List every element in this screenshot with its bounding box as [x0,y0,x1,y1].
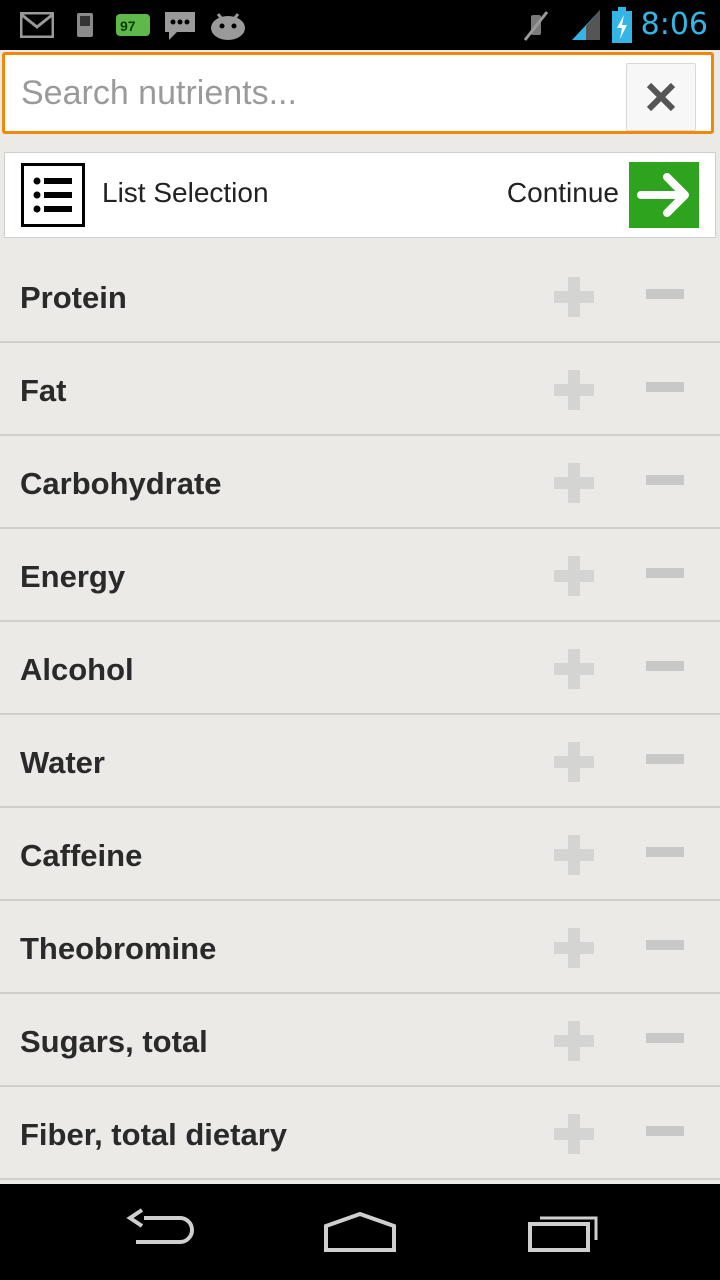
list-item: Theobromine [0,901,720,994]
gmail-icon [20,12,54,38]
list-item: Caffeine [0,808,720,901]
minus-icon[interactable] [646,843,684,863]
arrow-right-icon [637,173,689,217]
clear-search-button[interactable] [626,63,696,131]
nutrient-label: Energy [20,559,126,594]
nutrient-label: Carbohydrate [20,466,222,501]
battery-widget-icon: 97 [116,14,150,36]
back-icon[interactable] [122,1204,198,1256]
minus-icon[interactable] [646,378,684,398]
list-item: Alcohol [0,622,720,715]
continue-label[interactable]: Continue [507,177,619,209]
clock: 8:06 [640,7,708,42]
minus-icon[interactable] [646,471,684,491]
list-item: Carbohydrate [0,436,720,529]
list-selection-button[interactable] [21,163,85,227]
minus-icon[interactable] [646,1122,684,1142]
nutrient-label: Fat [20,373,67,408]
signal-icon [572,10,600,40]
plus-icon[interactable] [552,647,596,691]
minus-icon[interactable] [646,1029,684,1049]
nutrient-label: Protein [20,280,127,315]
nutrient-list: Protein Fat Carbohydrate Energy Alcohol … [0,250,720,1180]
list-selection-label[interactable]: List Selection [102,177,269,209]
nutrient-label: Sugars, total [20,1024,208,1059]
list-item: Energy [0,529,720,622]
navigation-bar [0,1184,720,1280]
nutrient-label: Alcohol [20,652,134,687]
nutrient-label: Theobromine [20,931,217,966]
recent-apps-icon[interactable] [522,1204,602,1256]
plus-icon[interactable] [552,740,596,784]
list-item: Sugars, total [0,994,720,1087]
nutrient-label: Fiber, total dietary [20,1117,288,1152]
continue-button[interactable] [629,162,699,228]
plus-icon[interactable] [552,1112,596,1156]
plus-icon[interactable] [552,926,596,970]
list-item: Water [0,715,720,808]
list-icon [33,177,72,213]
search-input[interactable] [21,65,611,121]
status-bar: 97 8:06 [0,0,720,50]
plus-icon[interactable] [552,833,596,877]
selection-toolbar: List Selection Continue [4,152,716,238]
nutrient-label: Water [20,745,105,780]
home-icon[interactable] [320,1204,400,1256]
minus-icon[interactable] [646,936,684,956]
minus-icon[interactable] [646,657,684,677]
list-item: Protein [0,250,720,343]
minus-icon[interactable] [646,564,684,584]
close-icon [646,82,676,112]
minus-icon[interactable] [646,285,684,305]
plus-icon[interactable] [552,461,596,505]
plus-icon[interactable] [552,554,596,598]
battery-badge-text: 97 [120,18,136,34]
list-item: Fiber, total dietary [0,1087,720,1180]
mute-icon [523,11,549,41]
plus-icon[interactable] [552,275,596,319]
minus-icon[interactable] [646,750,684,770]
nutrient-label: Caffeine [20,838,143,873]
chat-icon [165,12,195,40]
search-box [2,52,714,134]
android-icon [211,13,245,40]
phone-icon [77,13,93,37]
battery-icon [612,7,632,43]
plus-icon[interactable] [552,1019,596,1063]
plus-icon[interactable] [552,368,596,412]
list-item: Fat [0,343,720,436]
